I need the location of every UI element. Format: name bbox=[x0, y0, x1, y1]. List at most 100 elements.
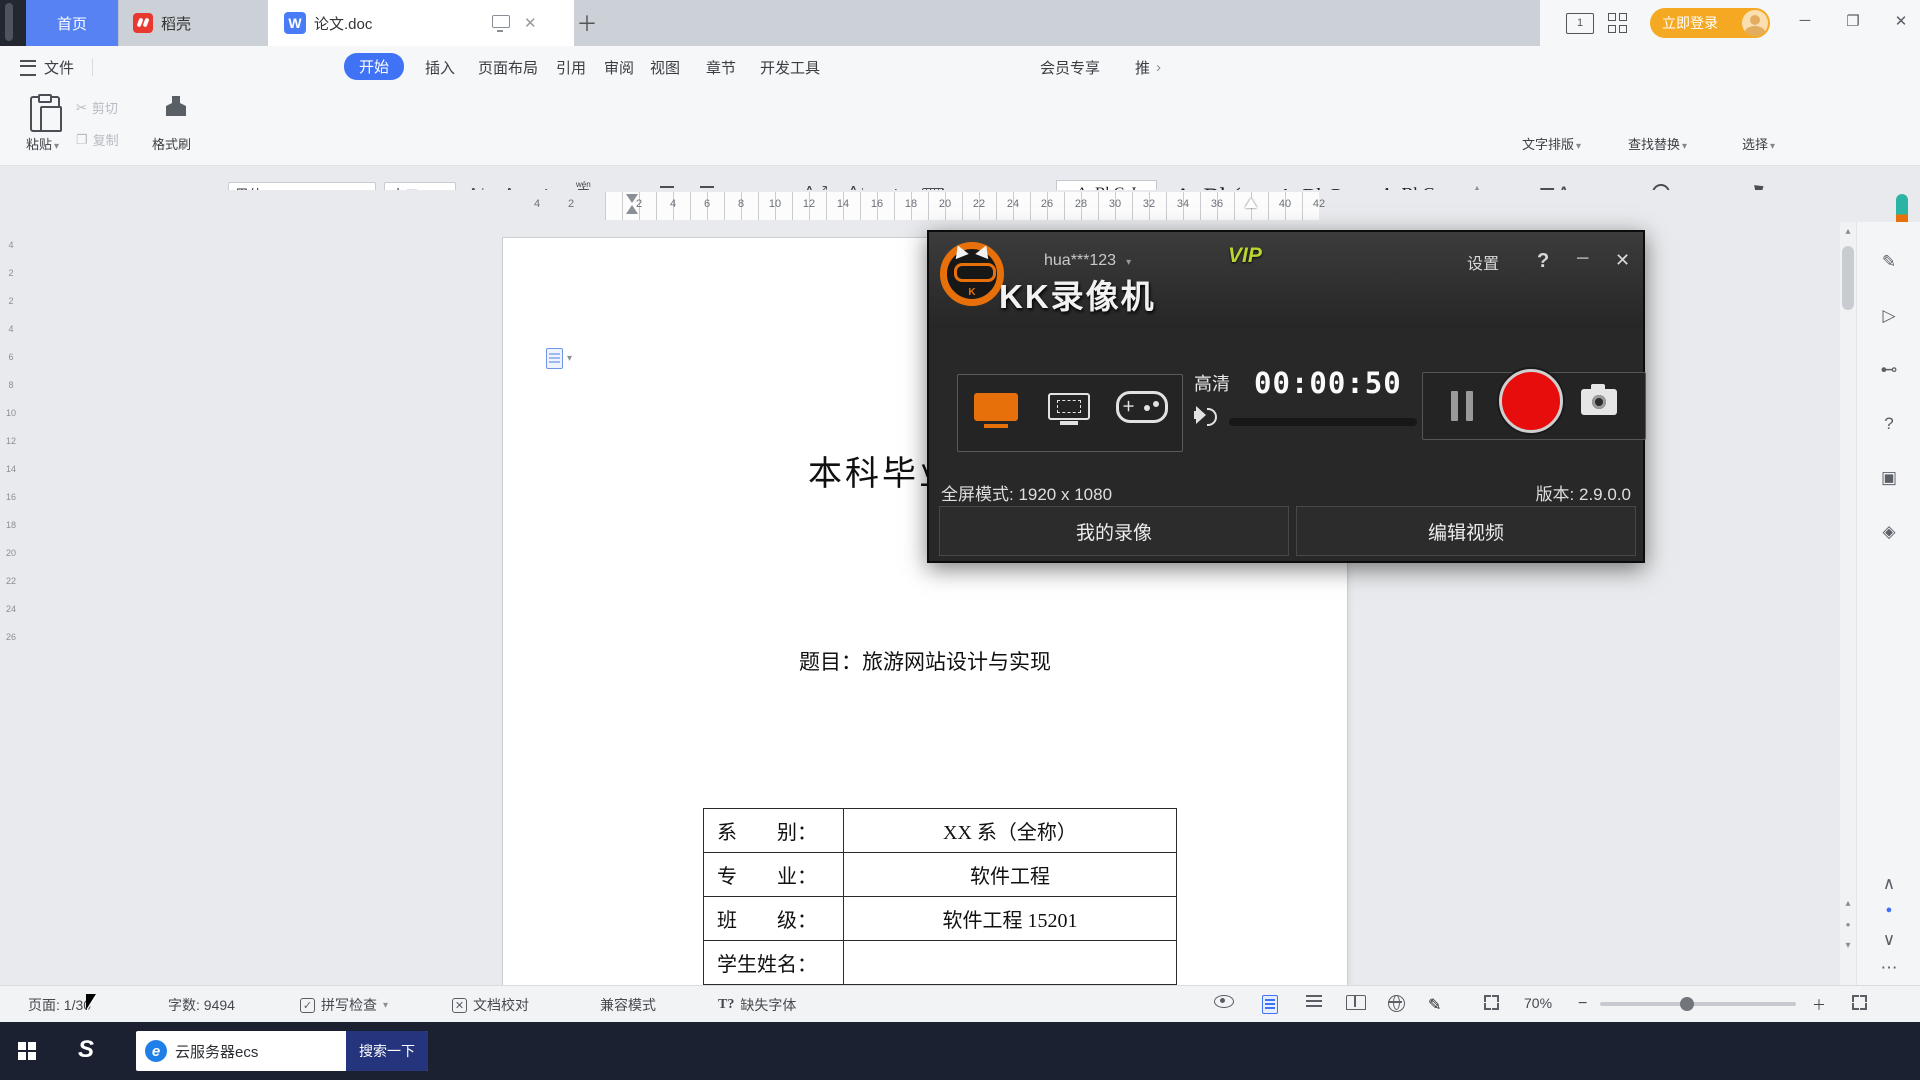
kk-close-button[interactable]: ✕ bbox=[1615, 250, 1630, 271]
game-mode-icon[interactable] bbox=[1116, 391, 1168, 423]
workspace-icon[interactable]: 1 bbox=[1566, 13, 1594, 34]
zoom-slider[interactable] bbox=[1600, 997, 1796, 1011]
tab-home[interactable]: 首页 bbox=[26, 0, 118, 46]
edit-video-button[interactable]: 编辑视频 bbox=[1296, 506, 1636, 556]
ink-pen-icon[interactable]: ✎ bbox=[1428, 995, 1441, 1015]
page-down-icon[interactable]: ▾ bbox=[1840, 940, 1856, 951]
kk-vip-badge[interactable]: VIP bbox=[1228, 244, 1262, 268]
kk-volume-slider[interactable] bbox=[1229, 418, 1417, 426]
close-tab-icon[interactable]: ✕ bbox=[524, 14, 537, 32]
table-cell-value[interactable] bbox=[843, 940, 1177, 985]
screenshot-button[interactable] bbox=[1581, 384, 1617, 415]
menu-tab-review[interactable]: 审阅 bbox=[604, 55, 634, 79]
new-tab-button[interactable]: ＋ bbox=[572, 0, 602, 46]
page-context-widget[interactable]: ▾ bbox=[546, 348, 572, 369]
read-mode-icon[interactable] bbox=[1346, 995, 1366, 1010]
region-mode-icon[interactable] bbox=[1048, 393, 1090, 425]
window-restore-button[interactable]: ❐ bbox=[1840, 12, 1866, 30]
menu-tab-references[interactable]: 引用 bbox=[556, 55, 586, 79]
my-recordings-button[interactable]: 我的录像 bbox=[939, 506, 1289, 556]
navigation-icon[interactable]: ◈ bbox=[1857, 522, 1920, 542]
vertical-ruler[interactable]: 4 2 2 4 6 8 10 12 14 16 18 20 22 24 26 bbox=[0, 222, 23, 985]
sync-monitor-icon[interactable] bbox=[492, 15, 510, 32]
word-count[interactable]: 字数: 9494 bbox=[168, 995, 235, 1015]
table-cell-value[interactable]: 软件工程 15201 bbox=[843, 896, 1177, 941]
compat-mode-label[interactable]: 兼容模式 bbox=[600, 995, 656, 1015]
pen-tool-icon[interactable]: ✎ bbox=[1857, 252, 1920, 272]
table-cell-label[interactable]: 专 业： bbox=[703, 852, 844, 897]
page-up-icon[interactable]: ▴ bbox=[1840, 898, 1856, 909]
eye-protect-icon[interactable] bbox=[1214, 995, 1234, 1008]
thumbnail-panel-icon[interactable]: ▣ bbox=[1857, 468, 1920, 488]
next-page-icon[interactable]: ∨ bbox=[1857, 930, 1920, 950]
kk-quality-label[interactable]: 高清 bbox=[1194, 370, 1230, 396]
menu-tab-home[interactable]: 开始 bbox=[344, 53, 405, 80]
taskbar-search-box[interactable]: e 云服务器ecs 搜索一下 bbox=[136, 1031, 428, 1071]
spellcheck-toggle[interactable]: ✓ 拼写检查 ▾ bbox=[300, 995, 388, 1015]
outline-view-icon[interactable] bbox=[1306, 995, 1322, 1007]
fullscreen-mode-icon[interactable] bbox=[974, 393, 1018, 428]
missing-fonts-button[interactable]: T? 缺失字体 bbox=[718, 995, 796, 1015]
table-cell-value[interactable]: 软件工程 bbox=[843, 852, 1177, 897]
text-layout-button[interactable]: 文字排版 ▾ bbox=[1522, 134, 1581, 153]
web-view-icon[interactable] bbox=[1388, 995, 1405, 1012]
fullscreen-icon[interactable] bbox=[1484, 995, 1499, 1010]
kk-help-button[interactable]: ? bbox=[1537, 250, 1549, 273]
tab-docer[interactable]: 稻壳 bbox=[118, 0, 284, 46]
help-icon[interactable]: ? bbox=[1857, 414, 1920, 434]
paste-button[interactable]: 粘贴 ▾ bbox=[26, 134, 59, 153]
format-painter-icon[interactable] bbox=[166, 96, 186, 116]
taskbar-search-button[interactable]: 搜索一下 bbox=[346, 1031, 428, 1071]
pause-button[interactable] bbox=[1451, 391, 1473, 421]
page-view-icon[interactable] bbox=[1262, 995, 1278, 1014]
connector-tool-icon[interactable]: ⊷ bbox=[1857, 360, 1920, 380]
table-cell-label[interactable]: 系 别： bbox=[703, 808, 844, 853]
zoom-level[interactable]: 70% bbox=[1524, 995, 1552, 1011]
zoom-slider-thumb[interactable] bbox=[1680, 997, 1694, 1011]
prev-page-icon[interactable]: ∧ bbox=[1857, 874, 1920, 894]
page-indicator[interactable]: 页面: 1/30 bbox=[28, 995, 91, 1015]
kk-minimize-button[interactable]: ─ bbox=[1577, 250, 1588, 268]
table-cell-label[interactable]: 班 级： bbox=[703, 896, 844, 941]
kk-username[interactable]: hua***123 ▾ bbox=[1044, 252, 1131, 270]
panel-more-icon[interactable]: ⋯ bbox=[1857, 958, 1920, 978]
browse-object-icon[interactable]: ● bbox=[1840, 920, 1856, 929]
select-tool-icon[interactable]: ▷ bbox=[1857, 306, 1920, 326]
vertical-scrollbar[interactable]: ▴ ▴ ● ▾ bbox=[1840, 222, 1856, 985]
format-painter-button[interactable]: 格式刷 bbox=[152, 134, 191, 153]
menu-tab-section[interactable]: 章节 bbox=[706, 55, 736, 79]
cut-button[interactable]: ✂ 剪切 bbox=[76, 98, 118, 117]
find-replace-button[interactable]: 查找替换 ▾ bbox=[1628, 134, 1687, 153]
zoom-out-button[interactable]: − bbox=[1578, 995, 1587, 1013]
record-stop-button[interactable] bbox=[1499, 369, 1563, 433]
kk-settings-button[interactable]: 设置 bbox=[1467, 250, 1499, 274]
paste-icon[interactable] bbox=[30, 94, 62, 132]
taskbar-app-s-icon[interactable]: S bbox=[78, 1036, 94, 1064]
apps-grid-icon[interactable] bbox=[1608, 13, 1628, 33]
menu-file[interactable]: 文件 bbox=[44, 55, 74, 79]
tab-scroll-strip[interactable] bbox=[0, 0, 26, 46]
tab-document[interactable]: W 论文.doc ✕ bbox=[268, 0, 574, 46]
start-button[interactable] bbox=[18, 1042, 36, 1060]
copy-button[interactable]: ❐ 复制 bbox=[76, 130, 119, 149]
menu-tab-dev-tools[interactable]: 开发工具 bbox=[760, 55, 820, 79]
indent-marker[interactable] bbox=[626, 194, 638, 214]
proofread-toggle[interactable]: ✕ 文档校对 bbox=[452, 995, 529, 1015]
menu-tab-insert[interactable]: 插入 bbox=[425, 55, 455, 79]
select-button[interactable]: 选择 ▾ bbox=[1742, 134, 1775, 153]
scrollbar-thumb[interactable] bbox=[1842, 246, 1854, 310]
zoom-in-button[interactable]: ＋ bbox=[1812, 995, 1826, 1015]
table-cell-value[interactable]: XX 系（全称） bbox=[843, 808, 1177, 853]
right-indent-marker[interactable] bbox=[1245, 198, 1257, 208]
browse-dot-icon[interactable]: ● bbox=[1857, 904, 1920, 916]
menu-tab-more[interactable]: 推 › bbox=[1135, 55, 1161, 79]
menu-tab-page-layout[interactable]: 页面布局 bbox=[478, 55, 538, 79]
login-button[interactable]: 立即登录 bbox=[1650, 8, 1770, 38]
kk-speaker-icon[interactable] bbox=[1194, 406, 1217, 426]
fit-page-icon[interactable] bbox=[1852, 995, 1867, 1010]
horizontal-ruler[interactable]: 4 2 2 4 6 8 10 12 14 16 18 20 22 24 26 28 30 32 34 36 40 42 bbox=[26, 190, 1838, 222]
table-cell-label[interactable]: 学生姓名： bbox=[703, 940, 844, 985]
window-minimize-button[interactable]: ─ bbox=[1792, 12, 1818, 29]
menu-tab-member[interactable]: 会员专享 bbox=[1040, 55, 1100, 79]
window-close-button[interactable]: ✕ bbox=[1888, 12, 1914, 30]
